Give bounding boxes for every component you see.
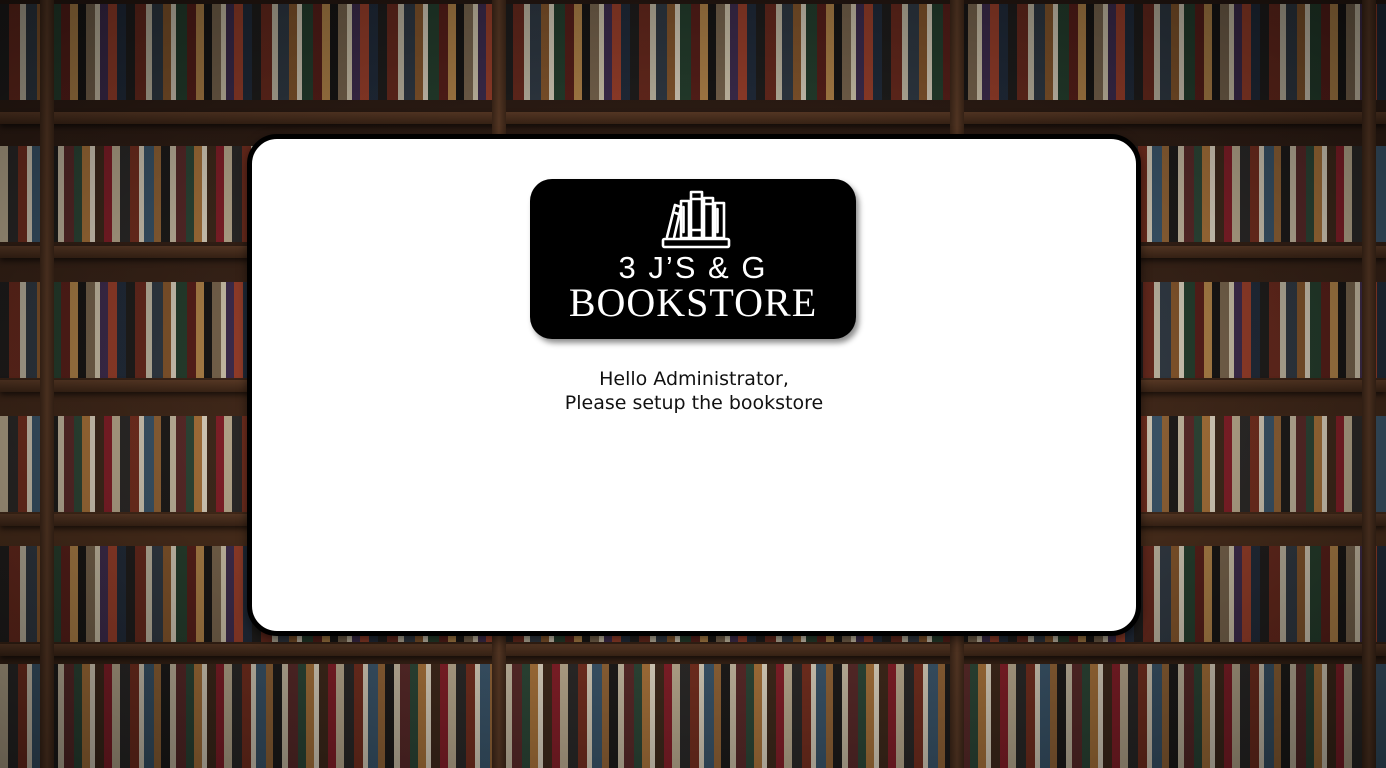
setup-card: 3 J’S & G BOOKSTORE Hello Administrator,… (247, 134, 1141, 636)
greeting-line2: Please setup the bookstore (564, 392, 824, 414)
bookshelf-icon (661, 190, 731, 249)
bookstore-logo: 3 J’S & G BOOKSTORE (530, 179, 856, 339)
greeting-message: Hello Administrator, Please setup the bo… (252, 367, 1136, 415)
logo-title-line2: BOOKSTORE (568, 280, 818, 325)
greeting-line1: Hello Administrator, (599, 368, 789, 390)
